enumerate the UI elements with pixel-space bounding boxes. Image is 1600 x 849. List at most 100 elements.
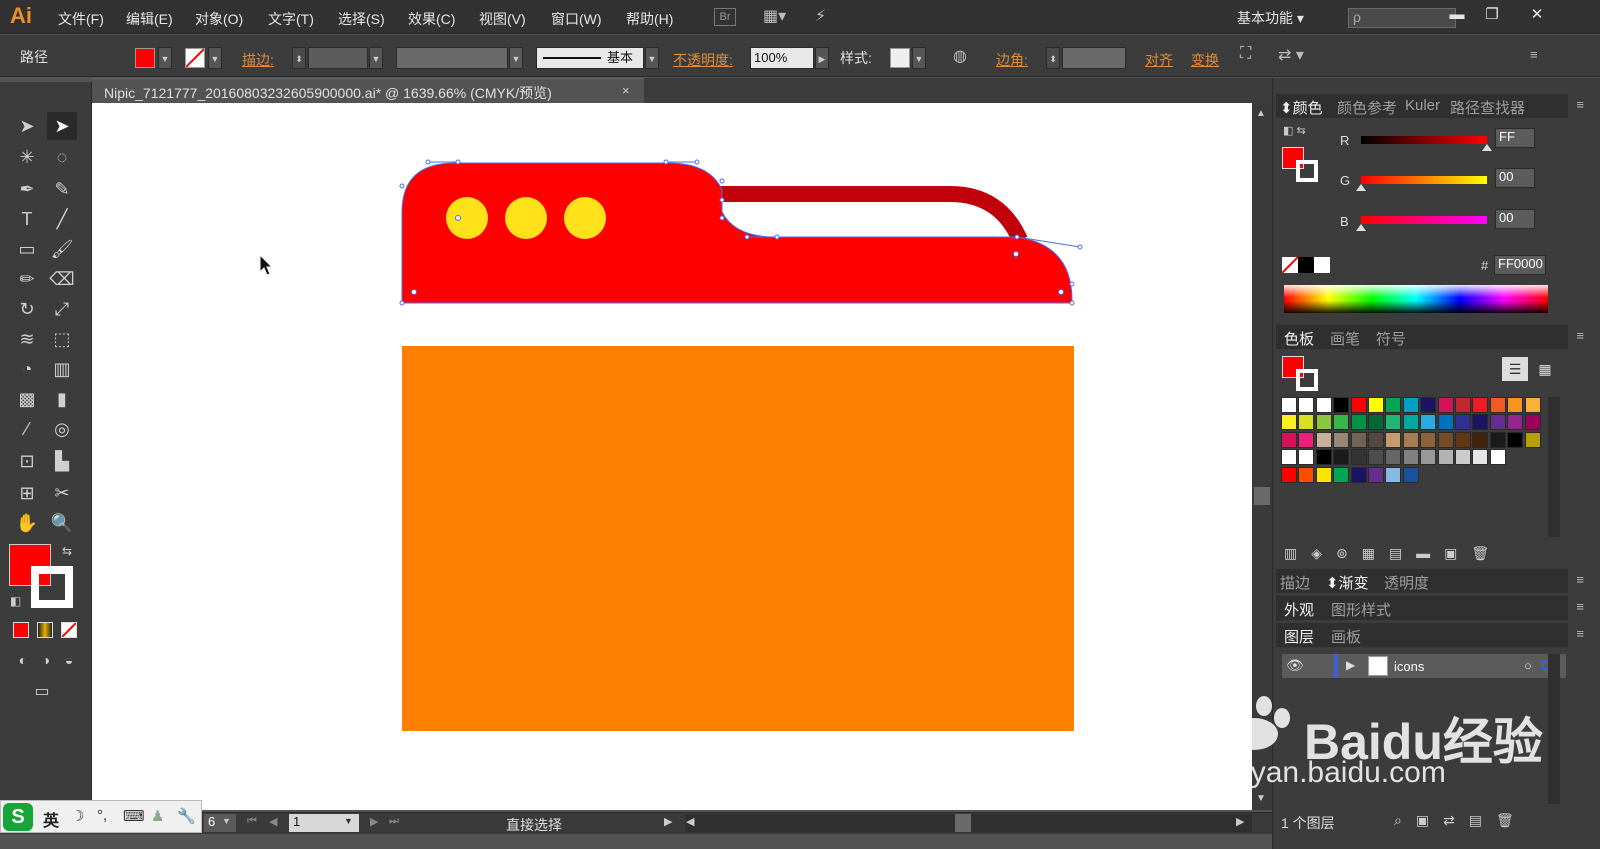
column-graph-tool-icon[interactable]: ▙ <box>47 447 77 475</box>
brush-definition-field[interactable]: 基本 <box>536 47 644 69</box>
status-menu-arrow-icon[interactable]: ▶ <box>664 815 672 828</box>
tab-pathfinder[interactable]: 路径查找器 <box>1450 97 1525 118</box>
sogou-ime-logo[interactable]: S <box>3 803 33 831</box>
corner-field[interactable] <box>1062 47 1126 69</box>
yellow-dot-2[interactable] <box>505 197 547 239</box>
none-mode-icon[interactable] <box>61 622 77 638</box>
swatches-scrollbar[interactable] <box>1548 397 1560 537</box>
tab-transparency[interactable]: 透明度 <box>1384 572 1429 593</box>
menu-help[interactable]: 帮助(H) <box>626 9 673 29</box>
pencil-tool-icon[interactable]: ✏ <box>12 265 42 293</box>
hand-tool-icon[interactable]: ✋ <box>12 509 42 537</box>
artboard-canvas[interactable] <box>92 103 1252 810</box>
yellow-dot-1[interactable] <box>446 197 488 239</box>
none-color-chip[interactable] <box>1281 256 1299 274</box>
restore-button[interactable]: ❐ <box>1475 4 1509 26</box>
magic-wand-tool-icon[interactable]: ✳ <box>12 143 42 171</box>
arrange-documents-icon[interactable]: ▦▾ <box>763 6 786 26</box>
brush-dropdown-icon[interactable]: ▼ <box>645 47 659 69</box>
transform-each-icon[interactable]: ⇄ ▾ <box>1278 45 1304 65</box>
layers-footer-icons[interactable]: ⌕▣⇄▤🗑 <box>1394 812 1528 829</box>
gradient-tool-icon[interactable]: ▮ <box>47 385 77 413</box>
swatch-chip[interactable] <box>1368 466 1384 483</box>
swatch-chip[interactable] <box>1315 431 1332 448</box>
paintbrush-tool-icon[interactable]: 🖌 <box>47 235 77 263</box>
menu-type[interactable]: 文字(T) <box>268 9 314 29</box>
swatch-chip[interactable] <box>1281 466 1297 483</box>
fill-dropdown-icon[interactable]: ▼ <box>158 47 172 69</box>
vertical-scroll-thumb[interactable] <box>1254 487 1270 505</box>
swatch-chip[interactable] <box>1298 466 1315 483</box>
visibility-eye-icon[interactable]: 👁 <box>1286 657 1304 674</box>
ime-user-icon[interactable]: ♟ <box>151 807 164 825</box>
tab-kuler[interactable]: Kuler <box>1405 97 1440 114</box>
layer-expand-icon[interactable]: ▶ <box>1346 658 1355 672</box>
swatch-chip[interactable] <box>1437 397 1454 413</box>
list-view-icon[interactable]: ☰ <box>1502 357 1528 381</box>
free-transform-tool-icon[interactable]: ⬚ <box>47 325 77 353</box>
swatch-chip[interactable] <box>1385 449 1402 466</box>
swatch-chip[interactable] <box>1333 466 1350 483</box>
ime-punctuation-icon[interactable]: °, <box>97 807 107 824</box>
scroll-up-icon[interactable]: ▲ <box>1256 108 1266 119</box>
stroke-color-box[interactable] <box>31 566 73 608</box>
swatch-chip[interactable] <box>1402 466 1419 483</box>
swatch-chip[interactable] <box>1489 449 1506 466</box>
stroke-panel-menu-icon[interactable]: ≡ <box>1576 572 1584 587</box>
menu-edit[interactable]: 编辑(E) <box>126 9 173 29</box>
swatch-chip[interactable] <box>1420 397 1437 413</box>
ime-half-width-icon[interactable]: ☽ <box>71 807 84 825</box>
horizontal-scroll-thumb[interactable] <box>955 814 971 832</box>
tab-artboards[interactable]: 画板 <box>1331 626 1361 647</box>
swatch-chip[interactable] <box>1350 397 1367 413</box>
color-default-icon[interactable]: ◧ ⇆ <box>1283 124 1306 137</box>
layer-row[interactable]: 👁 ▶ icons ○ <box>1282 654 1566 678</box>
swatch-chip[interactable] <box>1402 397 1419 413</box>
ime-settings-icon[interactable]: 🔧 <box>177 807 196 825</box>
swatch-chip[interactable] <box>1507 431 1524 448</box>
fill-swatch[interactable] <box>135 48 155 68</box>
close-tab-icon[interactable]: × <box>622 83 630 98</box>
gradient-mode-icon[interactable] <box>37 622 53 638</box>
green-slider[interactable] <box>1361 176 1487 184</box>
swap-colors-icon[interactable]: ⇆ <box>62 544 72 558</box>
tab-stroke[interactable]: 描边 <box>1280 572 1310 593</box>
swatch-chip[interactable] <box>1350 414 1367 431</box>
ime-language-toggle[interactable]: 英 <box>43 807 59 831</box>
eyedropper-tool-icon[interactable]: ⁄ <box>12 415 42 443</box>
opacity-link[interactable]: 不透明度: <box>673 50 733 70</box>
swatch-chip[interactable] <box>1368 414 1384 431</box>
swatch-chip[interactable] <box>1437 449 1454 466</box>
layer-target-icon[interactable]: ○ <box>1524 658 1532 673</box>
swatch-chip[interactable] <box>1524 397 1541 413</box>
swatch-chip[interactable] <box>1472 397 1489 413</box>
swatch-chip[interactable] <box>1350 431 1367 448</box>
swatch-chip[interactable] <box>1298 431 1315 448</box>
tab-swatches[interactable]: 色板 <box>1284 328 1314 349</box>
swatch-chip[interactable] <box>1298 449 1315 466</box>
swatch-chip[interactable] <box>1402 431 1419 448</box>
swatch-chip[interactable] <box>1524 431 1541 448</box>
pen-tool-icon[interactable]: ✒ <box>12 175 42 203</box>
swatch-chip[interactable] <box>1315 414 1332 431</box>
swatch-chip[interactable] <box>1298 414 1315 431</box>
tab-brushes[interactable]: 画笔 <box>1330 328 1360 349</box>
swatch-chip[interactable] <box>1281 449 1297 466</box>
swatch-chip[interactable] <box>1402 449 1419 466</box>
selection-tool-icon[interactable]: ➤ <box>12 112 42 140</box>
artboard-dropdown-icon[interactable]: ▼ <box>344 816 353 826</box>
tab-layers[interactable]: 图层 <box>1284 626 1314 647</box>
transform-link[interactable]: 变换 <box>1191 50 1219 70</box>
swatch-chip[interactable] <box>1472 449 1489 466</box>
lasso-tool-icon[interactable]: ◌ <box>47 143 77 171</box>
layer-name[interactable]: icons <box>1394 659 1424 674</box>
swatch-chip[interactable] <box>1472 414 1489 431</box>
menu-effect[interactable]: 效果(C) <box>408 9 455 29</box>
swatch-chip[interactable] <box>1281 414 1297 431</box>
corner-stepper[interactable]: ⬍ <box>1046 47 1060 69</box>
swatch-chip[interactable] <box>1507 414 1524 431</box>
swatch-chip[interactable] <box>1333 431 1350 448</box>
default-colors-icon[interactable]: ◧ <box>10 594 21 608</box>
grid-view-icon[interactable]: ▦ <box>1532 357 1558 381</box>
stroke-weight-stepper[interactable]: ⬍ <box>292 47 306 69</box>
